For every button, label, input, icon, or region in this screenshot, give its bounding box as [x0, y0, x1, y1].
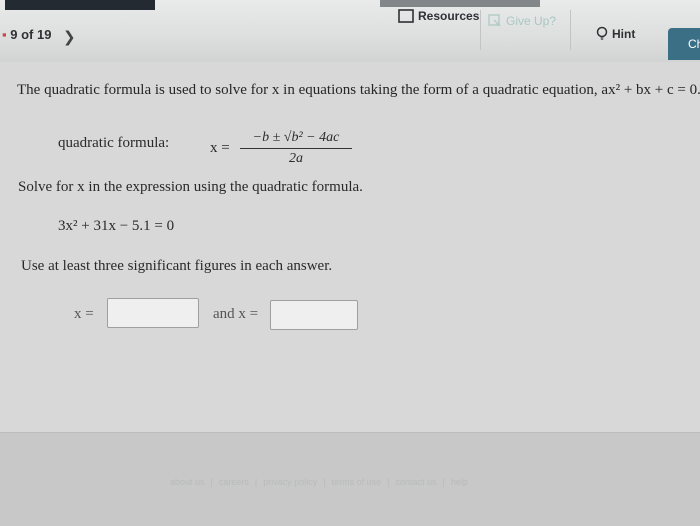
next-question-icon[interactable]: ❯ — [63, 28, 76, 46]
footer-separator: | — [323, 477, 326, 487]
footer-link-contact[interactable]: contact us — [395, 477, 436, 487]
toolbar-divider — [480, 10, 481, 50]
give-up-label: Give Up? — [506, 14, 557, 28]
pager-marker: ▪ — [2, 27, 7, 42]
formula-numerator: −b ± √b² − 4ac — [240, 130, 352, 149]
hint-label: Hint — [612, 27, 636, 41]
quadratic-formula: −b ± √b² − 4ac 2a — [240, 130, 352, 167]
footer-link-careers[interactable]: careers — [219, 477, 249, 487]
give-up-button[interactable]: Give Up? — [488, 14, 556, 28]
answer-2-label: and x = — [213, 306, 259, 322]
resources-label: Resources — [418, 9, 480, 23]
question-panel: The quadratic formula is used to solve f… — [0, 62, 700, 432]
answer-1-label: x = — [74, 306, 94, 322]
top-toolbar: ▪ 9 of 19 ❯ Resources Give Up? Hint Ch — [0, 0, 700, 63]
resources-button[interactable]: Resources — [398, 9, 479, 23]
footer-link-help[interactable]: help — [451, 477, 468, 487]
toolbar-divider — [570, 10, 571, 50]
hint-button[interactable]: Hint — [596, 26, 635, 42]
quadratic-formula-label: quadratic formula: — [58, 135, 170, 151]
footer-separator: | — [254, 477, 258, 487]
resources-icon — [398, 9, 414, 23]
given-equation: 3x² + 31x − 5.1 = 0 — [58, 218, 175, 234]
footer-separator: | — [442, 477, 445, 487]
answer-1-input[interactable] — [107, 298, 199, 328]
header-bar-edge — [380, 0, 540, 7]
formula-x-equals: x = — [210, 140, 230, 156]
chat-tab[interactable]: Ch — [668, 28, 700, 60]
question-pager: ▪ 9 of 19 — [2, 27, 51, 42]
footer-separator: | — [210, 477, 213, 487]
lightbulb-icon — [596, 26, 608, 40]
pager-label: 9 of 19 — [10, 27, 52, 42]
footer-links: about us | careers | privacy policy | te… — [170, 477, 468, 487]
footer-link-privacy[interactable]: privacy policy — [263, 477, 317, 487]
header-bar-edge — [5, 0, 155, 10]
chat-tab-label: Ch — [688, 37, 700, 51]
footer-separator: | — [387, 477, 390, 487]
footer: about us | careers | privacy policy | te… — [0, 432, 700, 526]
footer-link-about[interactable]: about us — [170, 477, 205, 487]
formula-denominator: 2a — [289, 151, 303, 166]
sig-fig-instruction: Use at least three significant figures i… — [21, 258, 333, 274]
solve-instruction: Solve for x in the expression using the … — [18, 179, 363, 195]
give-up-icon — [488, 14, 501, 27]
footer-link-terms[interactable]: terms of use — [332, 477, 382, 487]
answer-2-input[interactable] — [270, 300, 358, 330]
question-intro: The quadratic formula is used to solve f… — [17, 82, 700, 98]
